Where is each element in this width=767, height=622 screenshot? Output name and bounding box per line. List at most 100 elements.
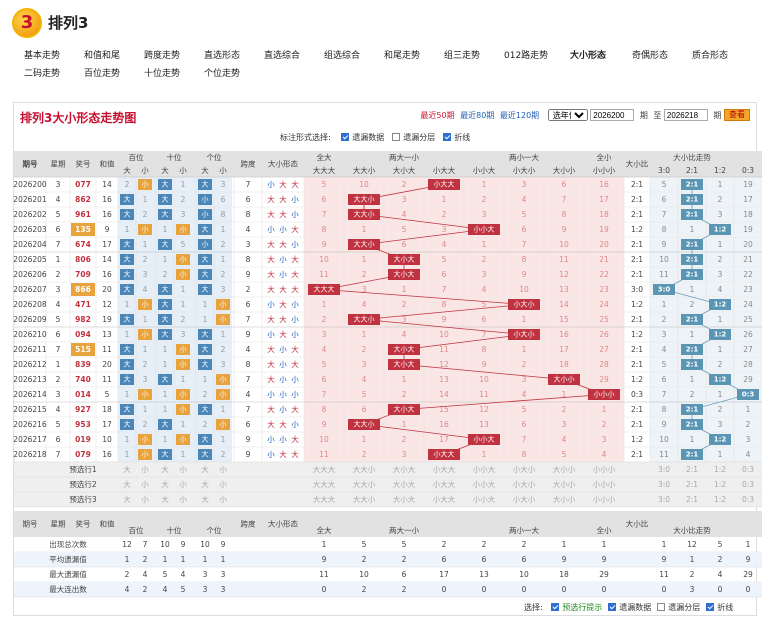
- ratio-miss: 4: [662, 345, 667, 354]
- shape-char: 大: [267, 194, 275, 204]
- bottom-option[interactable]: 预选行提示: [551, 602, 602, 613]
- position-hit-label: 大: [202, 435, 209, 444]
- checkbox-icon[interactable]: [657, 603, 666, 611]
- shape-miss: 2: [402, 300, 407, 309]
- shape-miss: 2: [402, 435, 407, 444]
- position-miss: 1: [181, 180, 186, 189]
- preselect-cell: 大: [161, 494, 169, 504]
- position-miss: 1: [221, 330, 226, 339]
- position-hit-label: 大: [162, 240, 169, 249]
- bottom-option[interactable]: 遗漏分层: [657, 602, 700, 613]
- preselect-cell: 2:1: [686, 480, 698, 489]
- header-two-small-sub: 小小大: [473, 165, 496, 175]
- preselect-cell: 大: [161, 464, 169, 474]
- preselect-row-label[interactable]: 预选行1: [69, 464, 96, 474]
- shape-char: 大: [267, 314, 275, 324]
- shape-char: 小: [279, 375, 287, 384]
- ratio-miss: 19: [743, 225, 753, 234]
- stats-cell: 7: [143, 540, 148, 549]
- shape-miss: 4: [362, 375, 367, 384]
- preselect-cell: 小小小: [593, 465, 616, 474]
- position-hit-label: 大: [162, 330, 169, 339]
- ratio-miss: 2: [718, 405, 723, 414]
- shape-miss: 29: [599, 375, 609, 384]
- header-big-small: 大: [201, 165, 209, 175]
- checkbox-icon[interactable]: [706, 603, 715, 611]
- option-label: 遗漏分层: [668, 603, 701, 612]
- position-miss: 1: [143, 195, 148, 204]
- ratio-hit-label: 2:1: [686, 451, 699, 459]
- position-miss: 3: [143, 375, 148, 384]
- week-cell: 3: [56, 390, 61, 399]
- preselect-cell: 大大小: [353, 494, 376, 504]
- shape-miss: 2: [402, 180, 407, 189]
- issue-cell: 2026216: [13, 420, 47, 429]
- stats-cell: 4: [163, 585, 168, 594]
- checkbox-icon[interactable]: [551, 603, 560, 611]
- position-miss: 1: [125, 450, 130, 459]
- stats-cell: 5: [181, 585, 186, 594]
- ratio-miss: 3: [662, 330, 667, 339]
- ratio-cell: 2:1: [631, 345, 643, 354]
- position-hit-label: 小: [142, 390, 149, 399]
- ratio-miss: 11: [659, 270, 669, 279]
- shape-miss: 15: [559, 315, 569, 324]
- stats-cell: 18: [559, 570, 569, 579]
- position-hit-label: 大: [162, 195, 169, 204]
- stats-cell: 29: [599, 570, 609, 579]
- preselect-row-label[interactable]: 预选行2: [69, 479, 96, 489]
- shape-miss: 7: [442, 285, 447, 294]
- shape-miss: 1: [402, 375, 407, 384]
- preselect-cell: 0:3: [742, 480, 754, 489]
- position-hit-label: 大: [202, 270, 209, 279]
- shape-miss: 1: [482, 450, 487, 459]
- shape-char: 大: [291, 179, 299, 189]
- position-hit-label: 小: [220, 390, 227, 399]
- shape-char: 小: [267, 300, 275, 309]
- preselect-row-label[interactable]: 预选行3: [69, 494, 96, 504]
- checkbox-icon[interactable]: [608, 603, 617, 611]
- preselect-cell: 大: [123, 464, 131, 474]
- span-cell: 3: [246, 240, 251, 249]
- shape-miss: 3: [402, 450, 407, 459]
- shape-char: 小: [267, 180, 275, 189]
- issue-cell: 2026202: [13, 210, 47, 219]
- stats-cell: 1: [322, 540, 327, 549]
- sum-cell: 16: [102, 270, 112, 279]
- footer-shi: 十位: [167, 525, 182, 535]
- ratio-hit-label: 2:1: [686, 241, 699, 249]
- ratio-miss: 25: [743, 315, 753, 324]
- stats-cell: 0: [746, 585, 751, 594]
- issue-cell: 2026215: [13, 405, 47, 414]
- ratio-miss: 2: [718, 360, 723, 369]
- ratio-miss: 8: [662, 225, 667, 234]
- shape-char: 大: [279, 329, 287, 339]
- shape-miss: 6: [482, 315, 487, 324]
- position-hit-label: 小: [180, 390, 187, 399]
- stats-cell: 6: [522, 555, 527, 564]
- preselect-cell: 大大小: [353, 479, 376, 489]
- position-hit-label: 小: [180, 255, 187, 264]
- position-miss: 1: [181, 285, 186, 294]
- week-cell: 4: [56, 405, 61, 414]
- ratio-hit-label: 2:1: [686, 181, 699, 189]
- position-hit-label: 大: [162, 300, 169, 309]
- shape-miss: 9: [562, 225, 567, 234]
- stats-cell: 0: [562, 585, 567, 594]
- position-miss: 2: [143, 210, 148, 219]
- position-miss: 1: [125, 330, 130, 339]
- issue-cell: 2026212: [13, 360, 47, 369]
- position-hit-label: 小: [180, 405, 187, 414]
- position-miss: 4: [143, 285, 148, 294]
- bottom-option[interactable]: 遗漏数据: [608, 602, 651, 613]
- ratio-miss: 23: [743, 285, 753, 294]
- header-ratio: 大小比: [626, 159, 649, 169]
- preselect-cell: 大: [201, 494, 209, 504]
- position-hit-label: 大: [162, 420, 169, 429]
- span-cell: 2: [246, 285, 251, 294]
- bottom-option[interactable]: 折线: [706, 602, 733, 613]
- stats-cell: 4: [181, 570, 186, 579]
- stats-cell: 2: [125, 570, 130, 579]
- position-miss: 1: [125, 300, 130, 309]
- preselect-cell: 大: [201, 479, 209, 489]
